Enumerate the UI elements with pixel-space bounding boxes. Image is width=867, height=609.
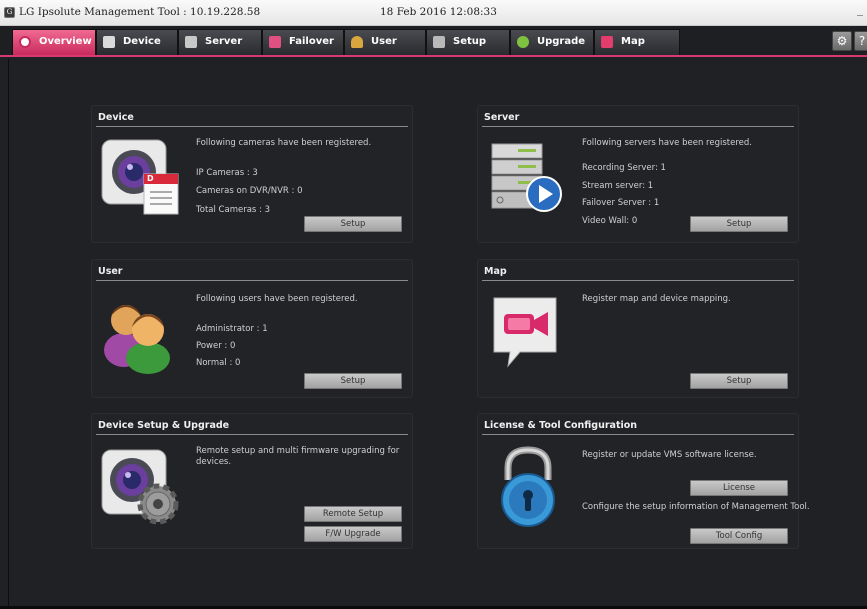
device-setup-upgrade-card: Device Setup & Upgrade Remote setup and … [91, 413, 413, 549]
map-icon [601, 36, 613, 48]
server-icon [185, 36, 197, 48]
tab-bar: Overview Device Server Failover User Set… [0, 26, 867, 57]
map-summary: Register map and device mapping. [582, 294, 731, 304]
overview-panel: Device D Following cameras have been reg… [8, 59, 867, 609]
failover-icon [269, 36, 281, 48]
tab-setup[interactable]: Setup [426, 29, 510, 55]
power-user-count: Power : 0 [196, 341, 236, 351]
license-tool-card: License & Tool Configuration Register or… [477, 413, 810, 549]
firmware-upgrade-button[interactable]: F/W Upgrade [304, 526, 402, 542]
setup-icon [433, 36, 445, 48]
video-wall-count: Video Wall: 0 [582, 216, 638, 226]
users-icon [100, 290, 184, 374]
user-card: User Following users have been registere… [91, 259, 413, 398]
camera-gear-icon [100, 444, 184, 528]
window-title: LG Ipsolute Management Tool : 10.19.228.… [19, 6, 261, 18]
device-setup-summary: Remote setup and multi firmware upgradin… [196, 446, 400, 467]
device-dvr-cameras: Cameras on DVR/NVR : 0 [196, 186, 303, 196]
card-title: Map [484, 266, 507, 277]
camera-document-icon [100, 136, 184, 220]
user-setup-button[interactable]: Setup [304, 373, 402, 389]
video-camera-bubble-icon [486, 290, 570, 374]
device-summary: Following cameras have been registered. [196, 138, 372, 148]
minimize-button[interactable]: _ [857, 2, 863, 16]
tool-config-button[interactable]: Tool Config [690, 528, 788, 544]
normal-user-count: Normal : 0 [196, 358, 241, 368]
server-summary: Following servers have been registered. [582, 138, 752, 148]
server-card: Server Following servers have been regis… [477, 105, 799, 243]
tab-user[interactable]: User [344, 29, 426, 55]
device-icon [103, 36, 115, 48]
upgrade-icon [517, 36, 529, 48]
gear-icon: ⚙ [836, 34, 848, 48]
license-button[interactable]: License [690, 480, 788, 496]
map-setup-button[interactable]: Setup [690, 373, 788, 389]
tab-server[interactable]: Server [178, 29, 262, 55]
stream-server-count: Stream server: 1 [582, 181, 654, 191]
card-title: Device [98, 112, 134, 123]
card-title: Server [484, 112, 520, 123]
overview-icon [19, 36, 31, 48]
document-badge: D [147, 174, 154, 183]
app-icon: G [4, 7, 15, 18]
remote-setup-button[interactable]: Remote Setup [304, 506, 402, 522]
map-card: Map Register map and device mapping. Set… [477, 259, 799, 398]
help-button[interactable]: ? [854, 31, 867, 51]
device-setup-button[interactable]: Setup [304, 216, 402, 232]
card-title: License & Tool Configuration [484, 420, 638, 431]
tool-config-summary: Configure the setup information of Manag… [582, 502, 810, 512]
tab-upgrade[interactable]: Upgrade [510, 29, 594, 55]
device-ip-cameras: IP Cameras : 3 [196, 168, 258, 178]
tab-map[interactable]: Map [594, 29, 680, 55]
license-summary: Register or update VMS software license. [582, 450, 757, 460]
administrator-count: Administrator : 1 [196, 324, 268, 334]
tab-device[interactable]: Device [96, 29, 178, 55]
padlock-icon [486, 444, 570, 528]
help-icon: ? [858, 34, 866, 48]
server-play-icon [486, 136, 570, 220]
recording-server-count: Recording Server: 1 [582, 163, 666, 173]
tab-overview[interactable]: Overview [12, 29, 96, 55]
title-bar: G LG Ipsolute Management Tool : 10.19.22… [0, 0, 867, 26]
datetime: 18 Feb 2016 12:08:33 [380, 6, 497, 18]
server-setup-button[interactable]: Setup [690, 216, 788, 232]
failover-server-count: Failover Server : 1 [582, 198, 660, 208]
device-total-cameras: Total Cameras : 3 [196, 205, 271, 215]
settings-button[interactable]: ⚙ [832, 31, 852, 51]
card-title: Device Setup & Upgrade [98, 420, 230, 431]
card-title: User [98, 266, 123, 277]
tab-failover[interactable]: Failover [262, 29, 344, 55]
user-summary: Following users have been registered. [196, 294, 358, 304]
device-card: Device D Following cameras have been reg… [91, 105, 413, 243]
user-icon [351, 36, 363, 48]
